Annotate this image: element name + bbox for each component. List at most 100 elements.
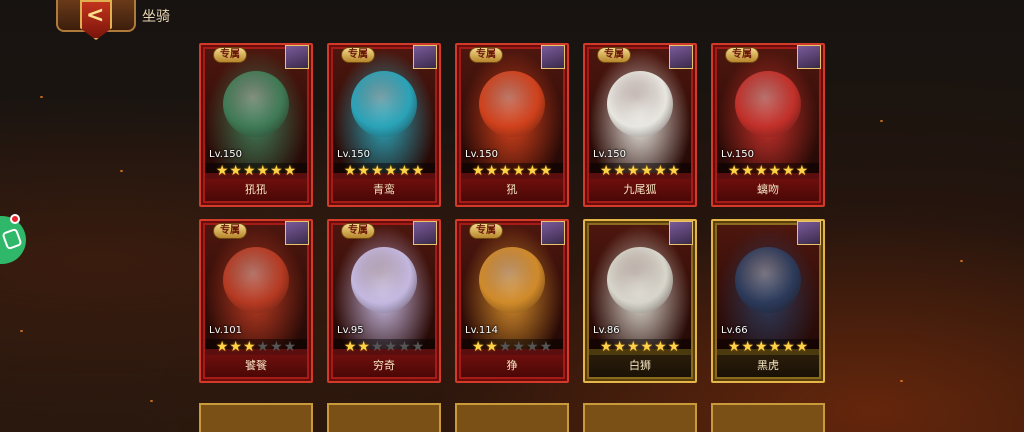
star-filled-icon: ★ bbox=[795, 163, 809, 179]
mount-level: Lv.66 bbox=[721, 325, 748, 336]
mount-card[interactable]: 专属 Lv.150 ★ ★ ★ ★ ★ ★ 螭吻 bbox=[711, 43, 825, 207]
hero-avatar bbox=[797, 45, 821, 69]
mount-level: Lv.101 bbox=[209, 325, 242, 336]
star-filled-icon: ★ bbox=[229, 163, 242, 179]
mount-card-partial[interactable] bbox=[583, 403, 697, 432]
back-button[interactable]: < bbox=[56, 0, 136, 40]
mount-card[interactable]: 专属 Lv.150 ★ ★ ★ ★ ★ ★ 犼犼 bbox=[199, 43, 313, 207]
back-arrow-icon: < bbox=[86, 3, 105, 28]
star-filled-icon: ★ bbox=[343, 163, 357, 179]
star-rating: ★ ★ ★ ★ ★ ★ bbox=[717, 163, 819, 179]
star-rating: ★ ★ ★ ★ ★ ★ bbox=[461, 339, 563, 355]
mount-name: 螭吻 bbox=[717, 179, 819, 201]
star-filled-icon: ★ bbox=[782, 163, 795, 179]
mount-creature bbox=[479, 71, 545, 137]
mount-creature bbox=[223, 247, 289, 313]
star-empty-icon: ★ bbox=[283, 339, 297, 355]
mount-card[interactable]: 专属 Lv.95 ★ ★ ★ ★ ★ ★ 穷奇 bbox=[327, 219, 441, 383]
mount-card[interactable]: 专属 Lv.101 ★ ★ ★ ★ ★ ★ 饕餮 bbox=[199, 219, 313, 383]
mount-creature bbox=[735, 71, 801, 137]
star-filled-icon: ★ bbox=[626, 163, 640, 179]
mount-level: Lv.114 bbox=[465, 325, 498, 336]
star-filled-icon: ★ bbox=[667, 339, 681, 355]
star-filled-icon: ★ bbox=[754, 339, 768, 355]
hero-avatar bbox=[285, 45, 309, 69]
mount-level: Lv.150 bbox=[337, 149, 370, 160]
exclusive-badge: 专属 bbox=[341, 47, 375, 63]
star-filled-icon: ★ bbox=[667, 163, 681, 179]
mount-name: 白狮 bbox=[589, 355, 691, 377]
mount-creature bbox=[351, 247, 417, 313]
star-filled-icon: ★ bbox=[768, 163, 782, 179]
mount-card-partial[interactable] bbox=[199, 403, 313, 432]
mount-name: 穷奇 bbox=[333, 355, 435, 377]
star-filled-icon: ★ bbox=[215, 163, 229, 179]
star-filled-icon: ★ bbox=[215, 339, 229, 355]
mount-card[interactable]: 专属 Lv.150 ★ ★ ★ ★ ★ ★ 九尾狐 bbox=[583, 43, 697, 207]
star-filled-icon: ★ bbox=[411, 163, 425, 179]
mount-level: Lv.150 bbox=[593, 149, 626, 160]
exclusive-badge: 专属 bbox=[341, 223, 375, 239]
mount-card[interactable]: 专属 Lv.150 ★ ★ ★ ★ ★ ★ 青鸾 bbox=[327, 43, 441, 207]
mount-creature bbox=[735, 247, 801, 313]
mount-card-partial[interactable] bbox=[455, 403, 569, 432]
exclusive-badge: 专属 bbox=[725, 47, 759, 63]
gamepad-icon bbox=[1, 227, 23, 251]
mount-level: Lv.150 bbox=[465, 149, 498, 160]
star-filled-icon: ★ bbox=[256, 163, 270, 179]
hero-avatar bbox=[541, 221, 565, 245]
page-title: 坐骑 bbox=[142, 9, 170, 25]
star-filled-icon: ★ bbox=[498, 163, 512, 179]
mount-level: Lv.86 bbox=[593, 325, 620, 336]
mount-card[interactable]: Lv.66 ★ ★ ★ ★ ★ ★ 黑虎 bbox=[711, 219, 825, 383]
star-filled-icon: ★ bbox=[782, 339, 795, 355]
star-filled-icon: ★ bbox=[727, 339, 741, 355]
mount-name: 九尾狐 bbox=[589, 179, 691, 201]
hero-avatar bbox=[413, 45, 437, 69]
star-filled-icon: ★ bbox=[343, 339, 357, 355]
mount-creature bbox=[607, 247, 673, 313]
mount-card[interactable]: 专属 Lv.114 ★ ★ ★ ★ ★ ★ 狰 bbox=[455, 219, 569, 383]
star-filled-icon: ★ bbox=[727, 163, 741, 179]
star-filled-icon: ★ bbox=[754, 163, 768, 179]
mount-card[interactable]: Lv.86 ★ ★ ★ ★ ★ ★ 白狮 bbox=[583, 219, 697, 383]
star-filled-icon: ★ bbox=[654, 163, 667, 179]
star-filled-icon: ★ bbox=[741, 339, 754, 355]
star-empty-icon: ★ bbox=[526, 339, 539, 355]
hero-avatar bbox=[413, 221, 437, 245]
star-filled-icon: ★ bbox=[526, 163, 539, 179]
exclusive-badge: 专属 bbox=[469, 223, 503, 239]
hero-avatar bbox=[285, 221, 309, 245]
star-filled-icon: ★ bbox=[640, 339, 654, 355]
star-rating: ★ ★ ★ ★ ★ ★ bbox=[333, 163, 435, 179]
star-filled-icon: ★ bbox=[512, 163, 526, 179]
mount-name: 饕餮 bbox=[205, 355, 307, 377]
star-rating: ★ ★ ★ ★ ★ ★ bbox=[589, 339, 691, 355]
star-filled-icon: ★ bbox=[599, 163, 613, 179]
mount-card-partial[interactable] bbox=[711, 403, 825, 432]
star-filled-icon: ★ bbox=[626, 339, 640, 355]
star-filled-icon: ★ bbox=[357, 163, 370, 179]
star-empty-icon: ★ bbox=[498, 339, 512, 355]
mount-card[interactable]: 专属 Lv.150 ★ ★ ★ ★ ★ ★ 犼 bbox=[455, 43, 569, 207]
star-filled-icon: ★ bbox=[357, 339, 370, 355]
hero-avatar bbox=[669, 221, 693, 245]
star-filled-icon: ★ bbox=[270, 163, 283, 179]
mount-name: 犼犼 bbox=[205, 179, 307, 201]
mount-card-partial[interactable] bbox=[327, 403, 441, 432]
mount-creature bbox=[351, 71, 417, 137]
star-rating: ★ ★ ★ ★ ★ ★ bbox=[205, 163, 307, 179]
star-filled-icon: ★ bbox=[242, 339, 256, 355]
star-filled-icon: ★ bbox=[471, 339, 485, 355]
star-empty-icon: ★ bbox=[370, 339, 384, 355]
star-filled-icon: ★ bbox=[485, 339, 498, 355]
star-filled-icon: ★ bbox=[242, 163, 256, 179]
star-empty-icon: ★ bbox=[539, 339, 553, 355]
hero-avatar bbox=[541, 45, 565, 69]
star-filled-icon: ★ bbox=[768, 339, 782, 355]
star-filled-icon: ★ bbox=[370, 163, 384, 179]
mount-creature bbox=[479, 247, 545, 313]
star-filled-icon: ★ bbox=[654, 339, 667, 355]
star-filled-icon: ★ bbox=[229, 339, 242, 355]
mount-grid: 专属 Lv.150 ★ ★ ★ ★ ★ ★ 犼犼 专属 Lv.150 ★ ★ ★ ★ ★ ★ 青鸾 专属 Lv.150… bbox=[199, 43, 825, 432]
